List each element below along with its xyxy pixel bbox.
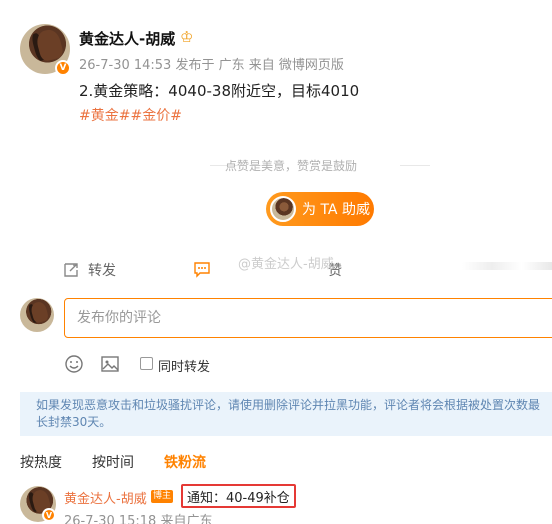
reward-button[interactable]: 为 TA 助威 [266, 192, 374, 226]
reward-avatar [270, 196, 296, 222]
comment-meta: 26-7-30 15:18 来自广东 [64, 514, 213, 524]
fade-bar [462, 262, 552, 270]
post-tags[interactable]: #黄金##金价# [79, 105, 182, 125]
repost-button[interactable]: 转发 [62, 260, 116, 280]
post-meta: 26-7-30 14:53 发布于 广东 来自 微博网页版 [79, 58, 344, 73]
tab-hot[interactable]: 按热度 [20, 452, 62, 472]
verified-v-icon: V [55, 60, 71, 76]
also-repost-checkbox[interactable] [140, 357, 153, 370]
image-icon [101, 356, 119, 372]
post-author-name[interactable]: 黄金达人-胡威 [79, 28, 175, 49]
tab-time[interactable]: 按时间 [92, 452, 134, 472]
emoji-icon [65, 355, 83, 373]
reward-button-label: 为 TA 助威 [302, 202, 370, 218]
author-badge: 博主 [151, 490, 174, 503]
reward-divider-text: 点赞是美意，赞赏是鼓励 [224, 159, 357, 173]
comment-verified-v-icon: V [42, 508, 56, 522]
also-repost-label[interactable]: 同时转发 [158, 356, 210, 375]
image-button[interactable] [100, 354, 120, 378]
comment-author-name[interactable]: 黄金达人-胡威 [64, 488, 147, 507]
comment-input[interactable] [64, 298, 552, 338]
watermark: @黄金达人-胡威 [238, 257, 334, 272]
crown-icon: ♔ [180, 28, 194, 46]
comment-button[interactable] [193, 260, 219, 278]
comment-notice: 如果发现恶意攻击和垃圾骚扰评论，请使用删除评论并拉黑功能，评论者将会根据被处置次… [20, 392, 552, 436]
repost-label: 转发 [88, 263, 116, 279]
emoji-button[interactable] [64, 354, 84, 378]
post-text: 2.黄金策略：4040-38附近空，目标4010 [79, 82, 360, 100]
current-user-avatar [20, 298, 54, 332]
comment-icon [194, 262, 210, 278]
comment-text: 通知：40-49补仓 [181, 484, 296, 508]
tab-fans[interactable]: 铁粉流 [164, 452, 206, 472]
repost-icon [64, 263, 78, 277]
